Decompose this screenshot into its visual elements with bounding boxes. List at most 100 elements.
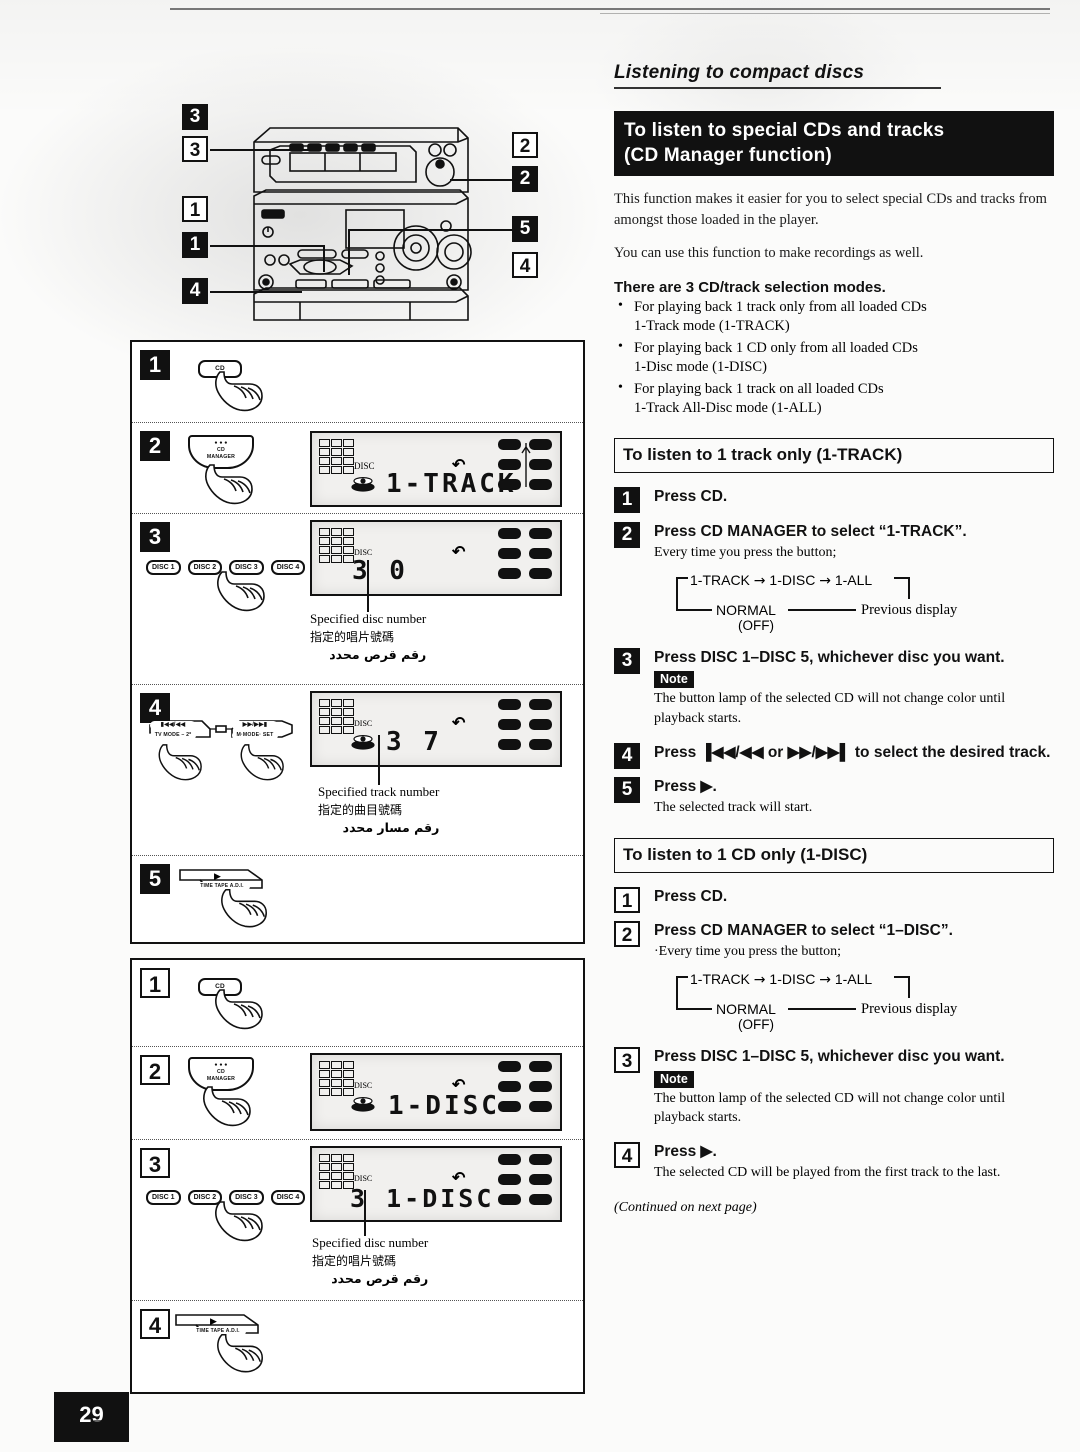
caption-cn: 指定的曲目號碼 <box>318 802 403 817</box>
stereo-system-illustration: 3 3 1 1 4 2 2 5 4 <box>130 100 585 330</box>
callout-4-solid: 4 <box>182 278 208 304</box>
lcd-surround-indicator <box>498 1061 554 1113</box>
pointing-hand-icon <box>216 884 278 934</box>
lcd-display-1-track: DISC ↶ 1-TRACK <box>310 431 562 507</box>
panel-disc-step-1: 1 CD <box>132 960 583 1047</box>
step-title: Press CD. <box>654 488 728 506</box>
track-step-3: 3 Press DISC 1–DISC 5, whichever disc yo… <box>614 648 1054 728</box>
step-description: The button lamp of the selected CD will … <box>654 691 1006 727</box>
caption-ar: رقم قرص محدد <box>331 1271 429 1287</box>
step-number: 2 <box>614 521 640 548</box>
step-number: 3 <box>614 1047 640 1074</box>
caption-specified-disc-number: Specified disc number 指定的唱片號碼 رقم قرص مح… <box>310 610 426 664</box>
skip-right-label-top: ▶▶/▶▶▮ <box>232 721 278 730</box>
lcd-repeat-icon: ↶ <box>452 544 466 561</box>
panel-track-step-5: 5 ▶ TIME TAPE A.D.I. <box>132 856 583 944</box>
lcd-main-text: 1-TRACK <box>386 469 517 499</box>
mode-3-line2: 1-Track All-Disc mode (1-ALL) <box>634 400 822 416</box>
pointing-hand-icon-left <box>154 739 212 787</box>
disc-step-1: 1 Press CD. <box>614 886 1054 913</box>
caption-pointer-line <box>367 560 369 612</box>
mode-2-line2: 1-Disc mode (1-DISC) <box>634 359 767 376</box>
section-heading-line-1: To listen to special CDs and tracks <box>624 120 945 141</box>
lcd-disc-label: DISC <box>354 461 375 471</box>
cycle-item-2: 1-DISC <box>769 971 816 988</box>
pointing-hand-icon <box>210 1196 274 1248</box>
step-number: 3 <box>140 1148 170 1178</box>
section-heading-banner: To listen to special CDs and tracks (CD … <box>614 111 1054 177</box>
callout-1-outline: 1 <box>182 196 208 222</box>
step-number: 3 <box>614 648 640 675</box>
left-illustration-column: 3 3 1 1 4 2 2 5 4 1 CD 2 ● ● ● CD MANAGE… <box>130 100 585 1394</box>
subsection-heading-1-track: To listen to 1 track only (1-TRACK) <box>614 438 1054 474</box>
pointing-hand-icon <box>200 459 264 511</box>
skip-left-label-top: ▮◀◀/◀◀ <box>150 721 196 730</box>
panel-track-step-4: 4 ▮◀◀/◀◀ TV MODE – 2º ▶▶/▶▶▮ M·MODE· SET <box>132 685 583 856</box>
step-number: 1 <box>614 487 640 514</box>
lcd-disc-grid-icon <box>319 439 354 474</box>
cycle-arrow-2: → <box>819 573 831 590</box>
caption-ar: رقم قرص محدد <box>329 647 427 663</box>
panel-disc-step-3: 3 DISC 1DISC 2DISC 3DISC 4DISC 5 DISC ↶ … <box>132 1140 583 1301</box>
step-number: 2 <box>140 1055 170 1085</box>
step-title: Press ▐◀◀/◀◀ or ▶▶/▶▶▌ to select the des… <box>654 743 1051 761</box>
mini-system-drawing <box>240 120 475 325</box>
procedure-panel-1-disc: 1 CD 2 ● ● ● CD MANAGER DISC ↶ 1-DISC 3 … <box>130 958 585 1394</box>
lcd-main-text: 3 0 <box>352 556 408 586</box>
step-number: 2 <box>140 431 170 461</box>
pointing-hand-icon-right <box>236 739 294 787</box>
panel-track-step-2: 2 ● ● ● CD MANAGER DISC ↶ 1-TRACK <box>132 423 583 514</box>
modes-list: For playing back 1 track only from all l… <box>614 297 1054 419</box>
lcd-disc-grid-icon <box>319 1061 354 1096</box>
cycle-arrow-1: → <box>753 972 766 989</box>
step-number: 4 <box>140 1309 170 1339</box>
cycle-previous-display-label: Previous display <box>861 1001 958 1018</box>
step-number: 3 <box>140 522 170 552</box>
cycle-row-forward: 1-TRACK → 1-DISC → 1-ALL <box>690 971 872 988</box>
page-top-rule <box>170 8 1050 10</box>
disc-4-button[interactable]: DISC 4 <box>270 1190 306 1205</box>
lcd-repeat-icon: ↶ <box>452 715 466 732</box>
callout-2-outline: 2 <box>512 132 538 158</box>
chapter-title-rule <box>614 87 941 89</box>
lcd-disc-label: DISC <box>354 1081 373 1090</box>
disc-1-button[interactable]: DISC 1 <box>146 1190 181 1205</box>
lcd-disc-stack-icon <box>351 476 375 492</box>
step-description: The selected track will start. <box>654 799 813 815</box>
intro-paragraph-2: You can use this function to make record… <box>614 245 924 262</box>
disc-1-button[interactable]: DISC 1 <box>146 560 181 575</box>
cycle-item-1: 1-TRACK <box>690 971 750 988</box>
track-step-5: 5 Press ▶. The selected track will start… <box>614 776 1054 818</box>
mode-2-line1: For playing back 1 CD only from all load… <box>634 339 918 356</box>
mini-system-svg <box>253 127 472 321</box>
lcd-disc-stack-icon <box>351 734 375 750</box>
lcd-main-text: 3 1-DISC <box>350 1184 495 1213</box>
continued-note: (Continued on next page) <box>614 1200 757 1216</box>
cd-manager-label-dots: ● ● ● <box>214 440 228 446</box>
caption-ar: رقم مسار محدد <box>342 820 440 836</box>
lcd-main-text: 1-DISC <box>388 1091 500 1121</box>
procedure-panel-1-track: 1 CD 2 ● ● ● CD MANAGER DISC ↶ 1-TRACK 3… <box>130 340 585 944</box>
right-text-column: Listening to compact discs To listen to … <box>614 62 1054 1216</box>
lcd-display-disc-selected: DISC ↶ 3 1-DISC <box>310 1146 562 1222</box>
cycle-item-3: 1-ALL <box>834 971 873 988</box>
lcd-disc-grid-icon <box>319 1154 354 1189</box>
lcd-display-1-disc: DISC ↶ 1-DISC <box>310 1053 562 1131</box>
caption-en: Specified disc number <box>310 611 427 626</box>
track-step-4: 4 Press ▐◀◀/◀◀ or ▶▶/▶▶▌ to select the d… <box>614 742 1054 769</box>
callout-3-solid: 3 <box>182 104 208 130</box>
caption-specified-disc-number: Specified disc number 指定的唱片號碼 رقم قرص مح… <box>312 1234 428 1288</box>
pointing-hand-icon <box>198 1081 262 1133</box>
modes-heading: There are 3 CD/track selection modes. <box>614 278 886 296</box>
lcd-disc-stack-icon <box>351 1096 375 1112</box>
cycle-normal-label: NORMAL <box>716 1001 776 1018</box>
lcd-display-disc-number: DISC ↶ 3 0 <box>310 520 562 596</box>
step-description: ·Every time you press the button; <box>654 943 842 959</box>
cycle-arrow-2: → <box>819 972 831 989</box>
step-number: 2 <box>614 920 640 947</box>
mode-3-line1: For playing back 1 track on all loaded C… <box>634 380 884 397</box>
step-title: Press ▶. <box>654 1142 717 1160</box>
cycle-item-2: 1-DISC <box>769 572 816 589</box>
step-title: Press DISC 1–DISC 5, whichever disc you … <box>654 649 1005 667</box>
step-number: 5 <box>140 864 170 894</box>
